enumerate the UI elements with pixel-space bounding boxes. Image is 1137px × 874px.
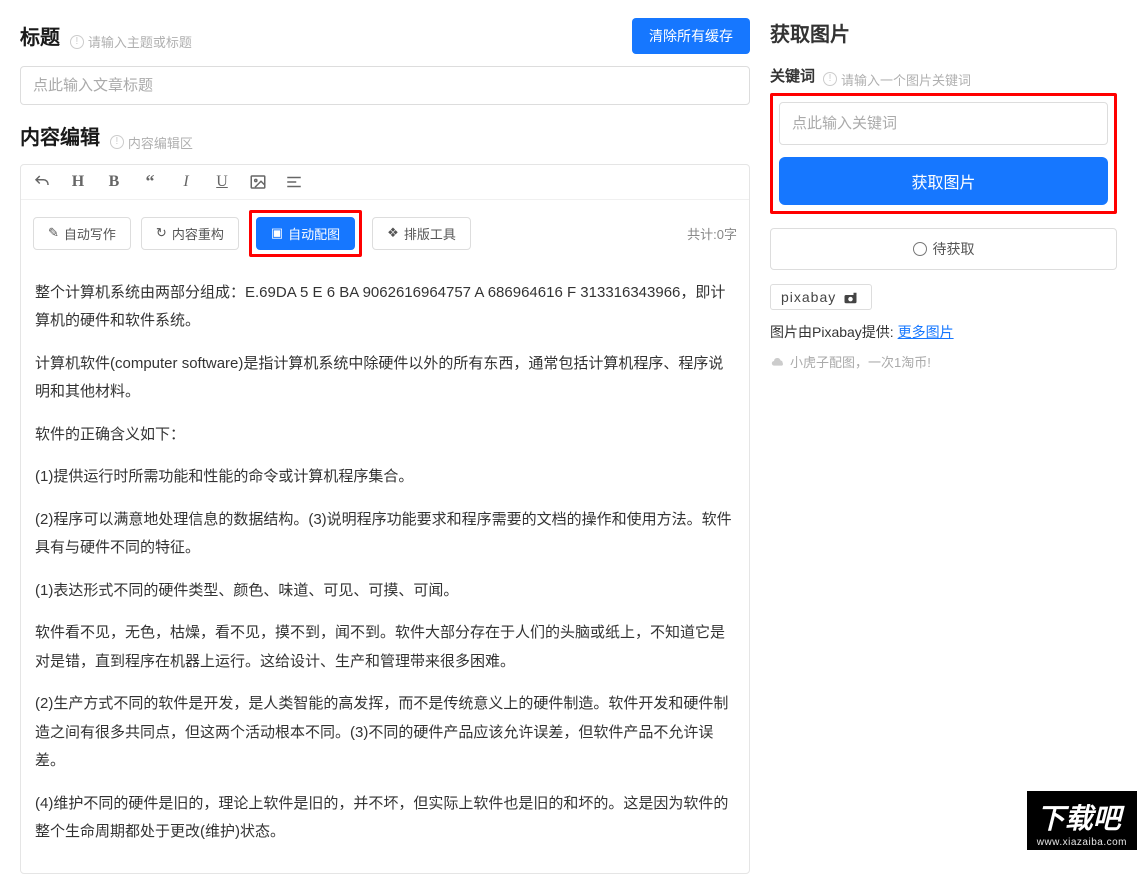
footer-note: 小虎子配图，一次1淘币! — [770, 352, 1117, 371]
heading-icon[interactable]: H — [69, 173, 87, 191]
italic-icon[interactable]: I — [177, 173, 195, 191]
sidebar-panel: 获取图片 关键词 ! 请输入一个图片关键词 获取图片 待获取 pixabay 图… — [760, 0, 1137, 860]
content-paragraph: 计算机软件(computer software)是指计算机系统中除硬件以外的所有… — [35, 350, 735, 407]
content-area[interactable]: 整个计算机系统由两部分组成：E.69DA 5 E 6 BA 9062616964… — [21, 267, 749, 873]
layout-icon: ❖ — [387, 225, 399, 241]
content-paragraph: 软件的正确含义如下： — [35, 421, 735, 450]
provider-badge: pixabay — [770, 284, 872, 310]
content-paragraph: 软件看不见，无色，枯燥，看不见，摸不到，闻不到。软件大部分存在于人们的头脑或纸上… — [35, 619, 735, 676]
content-hint: ! 内容编辑区 — [110, 133, 193, 152]
picture-icon: ▣ — [271, 225, 283, 241]
image-icon[interactable] — [249, 173, 267, 191]
action-toolbar: ✎自动写作 ↻内容重构 ▣自动配图 ❖排版工具 共计:0字 — [21, 200, 749, 267]
article-title-input[interactable] — [20, 66, 750, 105]
word-count: 共计:0字 — [687, 224, 737, 243]
cloud-icon — [770, 355, 786, 367]
align-icon[interactable] — [285, 173, 303, 191]
pencil-icon: ✎ — [48, 225, 59, 241]
undo-icon[interactable] — [33, 173, 51, 191]
content-paragraph: (4)维护不同的硬件是旧的，理论上软件是旧的，并不坏，但实际上软件也是旧的和坏的… — [35, 790, 735, 847]
title-label: 标题 — [20, 27, 60, 49]
content-paragraph: (1)提供运行时所需功能和性能的命令或计算机程序集合。 — [35, 463, 735, 492]
camera-icon — [843, 292, 861, 304]
content-section-header: 内容编辑 ! 内容编辑区 — [20, 121, 750, 152]
info-icon: ! — [70, 35, 84, 49]
highlight-auto-image: ▣自动配图 — [249, 210, 362, 257]
pending-button[interactable]: 待获取 — [770, 228, 1117, 270]
more-images-link[interactable]: 更多图片 — [898, 324, 954, 340]
circle-icon — [913, 242, 927, 256]
main-panel: 标题 ! 请输入主题或标题 清除所有缓存 内容编辑 ! 内容编辑区 H — [0, 0, 760, 860]
format-toolbar: H B “ I U — [21, 165, 749, 200]
rebuild-button[interactable]: ↻内容重构 — [141, 217, 239, 250]
title-section-header: 标题 ! 请输入主题或标题 清除所有缓存 — [20, 18, 750, 54]
info-icon: ! — [823, 72, 837, 86]
content-label: 内容编辑 — [20, 127, 100, 149]
provider-line: 图片由Pixabay提供: 更多图片 — [770, 322, 1117, 342]
watermark: 下载吧 www.xiazaiba.com — [1027, 791, 1137, 850]
underline-icon[interactable]: U — [213, 173, 231, 191]
refresh-icon: ↻ — [156, 225, 167, 241]
keyword-label: 关键词 — [770, 65, 815, 86]
keyword-label-row: 关键词 ! 请输入一个图片关键词 — [770, 65, 1117, 89]
keyword-hint: ! 请输入一个图片关键词 — [823, 70, 971, 89]
keyword-input[interactable] — [779, 102, 1108, 145]
auto-write-button[interactable]: ✎自动写作 — [33, 217, 131, 250]
content-paragraph: (2)程序可以满意地处理信息的数据结构。(3)说明程序功能要求和程序需要的文档的… — [35, 506, 735, 563]
content-paragraph: (1)表达形式不同的硬件类型、颜色、味道、可见、可摸、可闻。 — [35, 577, 735, 606]
content-paragraph: (2)生产方式不同的软件是开发，是人类智能的高发挥，而不是传统意义上的硬件制造。… — [35, 690, 735, 776]
title-hint: ! 请输入主题或标题 — [70, 32, 192, 51]
editor-box: H B “ I U ✎自动写作 ↻内容重构 ▣自动配图 ❖排版工具 共计:0字 … — [20, 164, 750, 874]
content-paragraph: 整个计算机系统由两部分组成：E.69DA 5 E 6 BA 9062616964… — [35, 279, 735, 336]
sidebar-title: 获取图片 — [770, 18, 1117, 47]
highlight-keyword-box: 获取图片 — [770, 93, 1117, 214]
layout-tool-button[interactable]: ❖排版工具 — [372, 217, 471, 250]
fetch-image-button[interactable]: 获取图片 — [779, 157, 1108, 205]
bold-icon[interactable]: B — [105, 173, 123, 191]
auto-image-button[interactable]: ▣自动配图 — [256, 217, 355, 250]
info-icon: ! — [110, 135, 124, 149]
quote-icon[interactable]: “ — [141, 173, 159, 191]
clear-cache-button[interactable]: 清除所有缓存 — [632, 18, 750, 54]
